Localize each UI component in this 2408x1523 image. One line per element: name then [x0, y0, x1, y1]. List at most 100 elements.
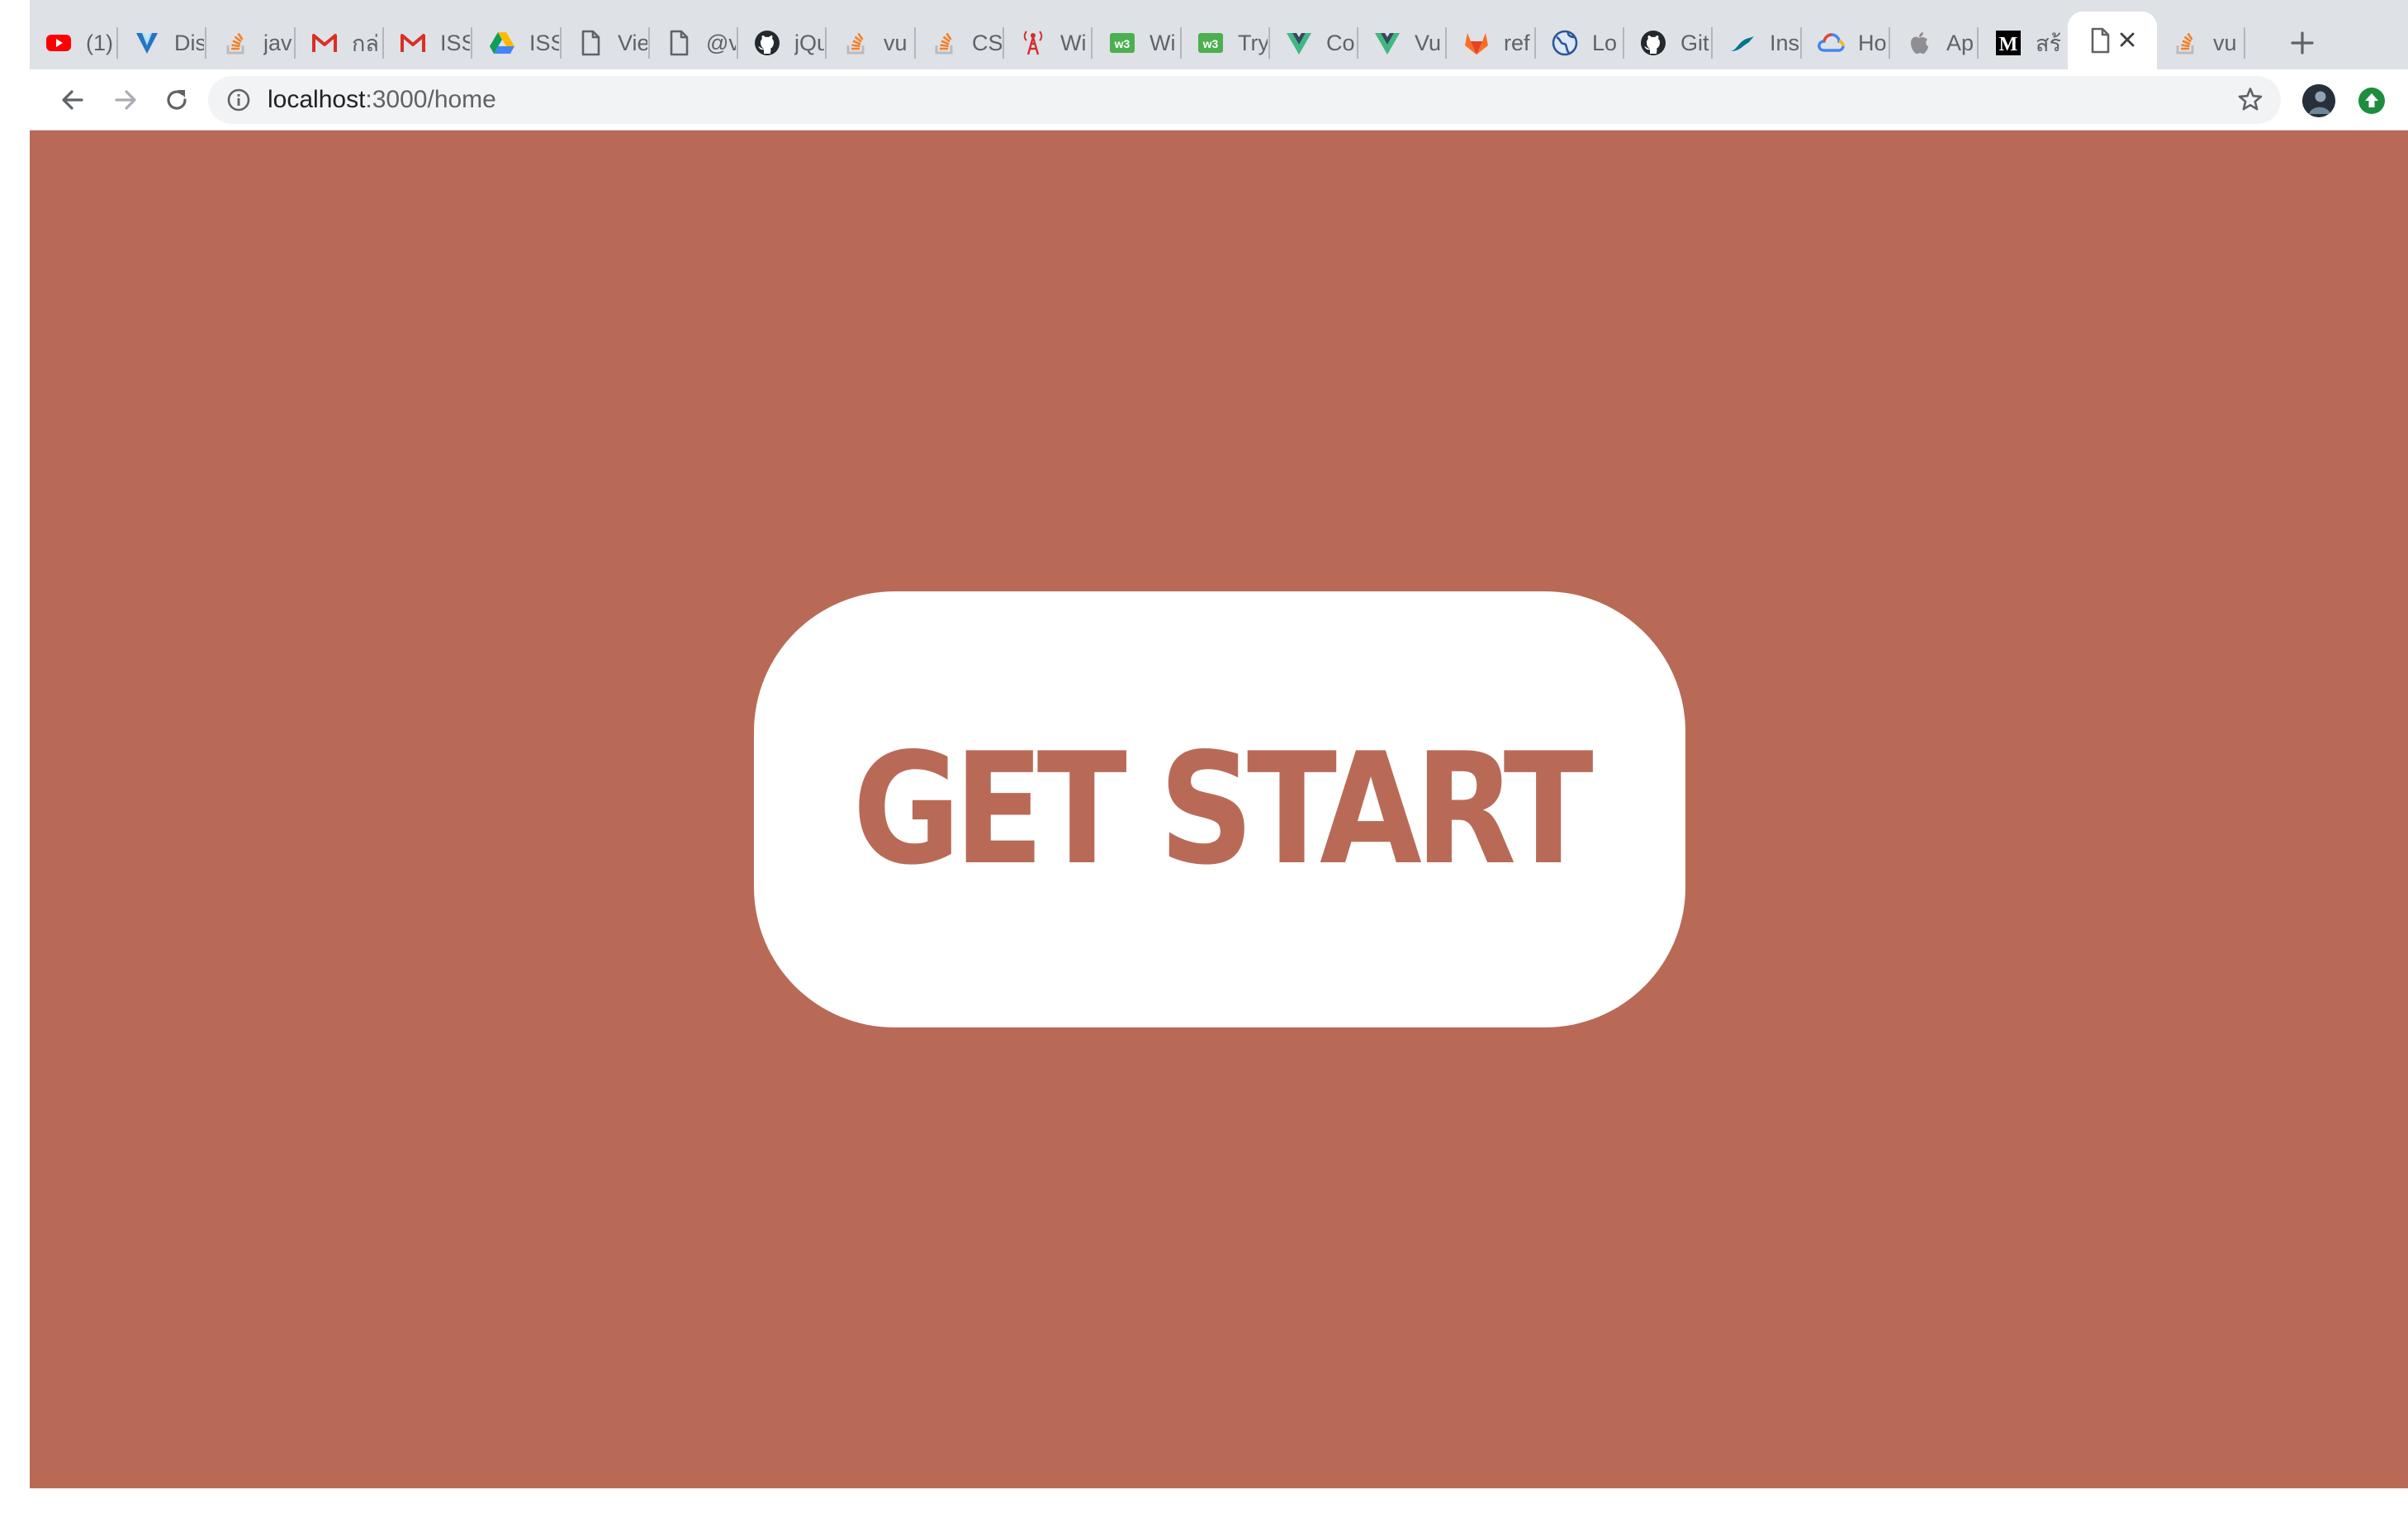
browser-tab[interactable]: Ho — [1802, 17, 1890, 69]
svg-text:w3: w3 — [1202, 37, 1219, 50]
tab-title: Wi — [1060, 30, 1087, 55]
browser-tab[interactable]: (1) — [30, 17, 118, 69]
get-start-button[interactable]: GET START — [754, 591, 1685, 1027]
tab-strip: (1) Dis jav กล่ ISS ISS Vie @v jQu vu CS Wi w3 Wi w3 Tr… — [30, 0, 2408, 69]
tab-title: Vie — [618, 30, 647, 55]
svg-text:M: M — [1999, 34, 2018, 55]
github-icon — [1639, 29, 1667, 57]
tab-title: Ap — [1946, 30, 1974, 55]
bookmark-star-icon[interactable] — [2236, 86, 2264, 114]
gitlab-icon — [1462, 29, 1491, 57]
tab-title: Lo — [1592, 30, 1618, 55]
globe-icon — [1551, 29, 1579, 57]
tab-title: CS — [972, 30, 1002, 55]
stackoverflow-icon — [931, 29, 959, 57]
plus-icon — [2291, 31, 2314, 55]
tab-title: (1) — [86, 30, 113, 55]
arrow-right-icon — [115, 90, 136, 110]
tab-separator — [205, 27, 206, 59]
tab-title: Vu — [1415, 30, 1442, 55]
close-tab-icon[interactable] — [2114, 26, 2140, 53]
browser-tab[interactable]: vu — [827, 17, 916, 69]
reload-button[interactable] — [157, 80, 197, 120]
medium-icon: M — [1994, 29, 2022, 57]
new-tab-button[interactable] — [2284, 25, 2320, 61]
avatar-icon — [2302, 84, 2335, 117]
document-icon — [2086, 26, 2114, 55]
document-icon — [665, 29, 693, 57]
tab-separator — [825, 27, 827, 59]
back-button[interactable] — [53, 80, 92, 120]
w3schools-icon: w3 — [1108, 29, 1136, 57]
tab-title: Wi — [1149, 30, 1176, 55]
tab-title: Co — [1326, 30, 1355, 55]
browser-tab[interactable]: w3 Wi — [1093, 17, 1182, 69]
browser-tab[interactable]: Vie — [562, 17, 650, 69]
mysql-icon — [1728, 29, 1756, 57]
w3schools-icon: w3 — [1197, 29, 1225, 57]
browser-tab[interactable]: Vu — [1358, 17, 1447, 69]
browser-tab[interactable]: Ins — [1714, 17, 1802, 69]
browser-tab[interactable]: jQu — [738, 17, 827, 69]
stackoverflow-icon — [222, 29, 250, 57]
browser-tab[interactable]: w3 Try — [1182, 17, 1270, 69]
browser-tab[interactable]: Git — [1624, 17, 1713, 69]
google-cloud-icon — [1817, 29, 1845, 57]
tab-separator — [1711, 27, 1713, 59]
browser-tab[interactable]: ref — [1448, 17, 1536, 69]
tab-title: vu — [884, 30, 908, 55]
google-drive-icon — [488, 29, 516, 57]
forward-button[interactable] — [106, 80, 145, 120]
browser-tab[interactable]: M สร้ — [1979, 17, 2068, 69]
tab-title: Try — [1238, 30, 1268, 55]
browser-toolbar: localhost:3000/home — [30, 69, 2408, 130]
browser-tab[interactable]: Lo — [1536, 17, 1624, 69]
browser-tab[interactable]: กล่ — [296, 17, 384, 69]
stackoverflow-icon — [842, 29, 870, 57]
gmail-icon — [310, 29, 339, 57]
browser-chrome: (1) Dis jav กล่ ISS ISS Vie @v jQu vu CS Wi w3 Wi w3 Tr… — [30, 0, 2408, 130]
arrow-left-icon — [62, 90, 83, 110]
browser-tab[interactable]: ISS — [473, 17, 562, 69]
browser-tab[interactable]: ISS — [384, 17, 472, 69]
tab-title: ISS — [529, 30, 559, 55]
youtube-icon — [45, 29, 73, 57]
page-viewport: GET START — [30, 130, 2408, 1488]
tab-separator — [2244, 27, 2245, 59]
tab-title: สร้ — [2036, 31, 2061, 56]
browser-tab[interactable] — [2068, 12, 2157, 69]
document-icon — [576, 29, 604, 57]
browser-tab[interactable]: Dis — [118, 17, 206, 69]
tab-title: กล่ — [352, 31, 379, 56]
tab-title: @v — [706, 30, 736, 55]
info-icon[interactable] — [226, 88, 251, 112]
tab-title: Git — [1680, 30, 1709, 55]
tab-separator — [1445, 27, 1447, 59]
tab-title: jQu — [794, 30, 824, 55]
browser-tab[interactable]: @v — [650, 17, 738, 69]
url-text[interactable]: localhost:3000/home — [268, 86, 496, 114]
vue-icon — [1285, 29, 1313, 57]
gmail-icon — [399, 29, 427, 57]
tab-title: ISS — [440, 30, 470, 55]
tab-title: vu — [2213, 30, 2237, 55]
browser-tab[interactable]: vu — [2157, 17, 2245, 69]
tab-separator — [471, 27, 472, 59]
stackoverflow-icon — [2172, 29, 2200, 57]
tab-title: Dis — [174, 30, 204, 55]
update-icon[interactable] — [2357, 86, 2387, 116]
browser-tab[interactable]: Ap — [1890, 17, 1979, 69]
tab-separator — [1977, 27, 1979, 59]
profile-avatar[interactable] — [2302, 84, 2335, 117]
browser-tab[interactable]: jav — [207, 17, 296, 69]
github-icon — [753, 29, 781, 57]
browser-tab[interactable]: Wi — [1004, 17, 1093, 69]
browser-tab[interactable]: CS — [916, 17, 1004, 69]
antenna-icon — [1019, 29, 1047, 57]
reload-icon — [167, 90, 187, 110]
svg-text:w3: w3 — [1114, 37, 1131, 50]
address-bar[interactable]: localhost:3000/home — [208, 76, 2281, 124]
tab-separator — [1091, 27, 1093, 59]
tab-title: ref — [1504, 30, 1530, 55]
browser-tab[interactable]: Co — [1270, 17, 1358, 69]
